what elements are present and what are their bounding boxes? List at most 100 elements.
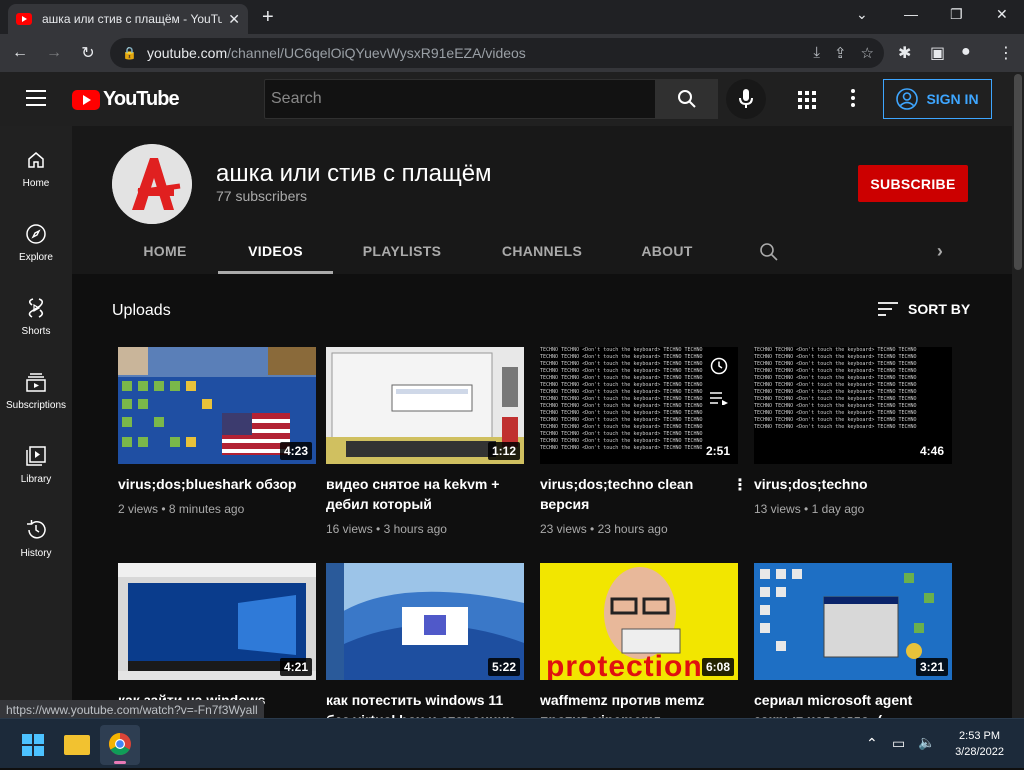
- video-card[interactable]: 3:21 сериал microsoft agent закрыт навсе…: [754, 563, 952, 718]
- guide-label: Home: [22, 178, 50, 189]
- youtube-logo[interactable]: YouTube: [72, 88, 180, 111]
- forward-icon[interactable]: →: [40, 44, 68, 62]
- video-thumbnail[interactable]: 1:12: [326, 347, 524, 464]
- guide-label: Subscriptions: [5, 400, 67, 411]
- guide-sidebar: Home Explore Shorts Subscriptions Librar…: [0, 126, 72, 718]
- video-age: 1 day ago: [811, 502, 865, 516]
- video-duration: 4:46: [915, 442, 948, 460]
- guide-item-home[interactable]: Home: [0, 148, 72, 189]
- menu-hamburger-icon[interactable]: [26, 90, 46, 111]
- share-icon[interactable]: ⇪: [834, 44, 847, 62]
- uploads-section: Uploads SORT BY 4:23 virus;dos;blueshark…: [72, 274, 1012, 718]
- sort-by-button[interactable]: SORT BY: [878, 301, 970, 317]
- scrollbar-thumb[interactable]: [1014, 74, 1022, 270]
- video-title[interactable]: virus;dos;techno clean версия: [540, 474, 738, 514]
- lock-icon: 🔒: [122, 46, 137, 60]
- channel-header: ашка или стив с плащём 77 subscribers SU…: [72, 126, 1012, 274]
- video-action-menu-icon[interactable]: ⋮: [732, 475, 748, 495]
- chrome-menu-icon[interactable]: ⋮: [998, 43, 1014, 63]
- voice-search-button[interactable]: [726, 79, 766, 119]
- settings-kebab-icon[interactable]: [851, 89, 855, 110]
- channel-search-icon[interactable]: [754, 228, 784, 274]
- video-duration: 4:21: [279, 658, 312, 676]
- search-box[interactable]: [264, 79, 656, 119]
- browser-tab[interactable]: ашка или стив с плащём - YouTube ✕: [8, 4, 248, 34]
- video-meta: 16 views • 3 hours ago: [326, 522, 447, 536]
- new-tab-button[interactable]: +: [262, 6, 274, 29]
- bookmark-star-icon[interactable]: ☆: [861, 44, 874, 62]
- page-scrollbar[interactable]: [1012, 72, 1024, 718]
- add-to-queue-icon[interactable]: [706, 385, 732, 411]
- video-thumbnail[interactable]: TECHNO TECHNO <Don't touch the keyboard>…: [540, 347, 738, 464]
- video-thumbnail[interactable]: TECHNO TECHNO <Don't touch the keyboard>…: [754, 347, 952, 464]
- channel-avatar[interactable]: [112, 144, 192, 224]
- tab-about[interactable]: ABOUT: [632, 228, 702, 274]
- video-title[interactable]: virus;dos;techno: [754, 474, 952, 494]
- tab-playlists[interactable]: PLAYLISTS: [352, 228, 452, 274]
- video-card[interactable]: protection 6:08 waffmemz против memz про…: [540, 563, 738, 718]
- video-views: 13 views: [754, 502, 801, 516]
- video-title[interactable]: видео снятое на kekvm + дебил который вы…: [326, 474, 524, 514]
- watch-later-icon[interactable]: [706, 353, 732, 379]
- address-bar[interactable]: 🔒 youtube.com/channel/UC6qelOiQYuevWysxR…: [110, 38, 884, 68]
- file-explorer-icon[interactable]: [64, 735, 90, 755]
- apps-grid-icon[interactable]: [798, 91, 816, 109]
- video-age: 8 minutes ago: [168, 502, 245, 516]
- video-title[interactable]: virus;dos;blueshark обзор: [118, 474, 316, 494]
- guide-item-explore[interactable]: Explore: [0, 222, 72, 263]
- tab-close-icon[interactable]: ✕: [228, 11, 240, 28]
- video-thumbnail[interactable]: 4:23: [118, 347, 316, 464]
- video-card[interactable]: 4:23 virus;dos;blueshark обзор 2 views •…: [118, 347, 316, 516]
- clock[interactable]: 2:53 PM 3/28/2022: [955, 728, 1004, 760]
- compass-icon: [24, 222, 48, 246]
- extensions-puzzle-icon[interactable]: ✱: [898, 43, 911, 63]
- tray-chevron-icon[interactable]: ⌃: [866, 735, 878, 752]
- video-thumbnail[interactable]: 3:21: [754, 563, 952, 680]
- tab-home[interactable]: HOME: [130, 228, 200, 274]
- video-meta: 23 views • 23 hours ago: [540, 522, 668, 536]
- video-title[interactable]: waffmemz против memz против vinememz: [540, 690, 738, 718]
- volume-icon[interactable]: 🔈: [918, 734, 935, 751]
- restore-icon[interactable]: ❐: [950, 6, 963, 23]
- tab-search-chevron-icon[interactable]: ⌄: [856, 6, 868, 23]
- network-icon[interactable]: ▭: [892, 735, 905, 752]
- close-window-icon[interactable]: ✕: [996, 6, 1008, 23]
- guide-item-history[interactable]: History: [0, 518, 72, 559]
- video-card[interactable]: 4:21 как зайти на windows server: [118, 563, 316, 718]
- guide-label: Shorts: [21, 326, 51, 337]
- account-circle-icon: [896, 88, 919, 110]
- video-title[interactable]: как потестить windows 11 без virtual box…: [326, 690, 524, 718]
- search-input[interactable]: [271, 90, 655, 108]
- url-host: youtube.com: [146, 45, 228, 61]
- history-icon: [24, 518, 48, 542]
- guide-item-subscriptions[interactable]: Subscriptions: [0, 370, 72, 411]
- guide-item-library[interactable]: Library: [0, 444, 72, 485]
- install-app-icon[interactable]: ⤓: [813, 44, 820, 62]
- subscriber-count: 77 subscribers: [216, 188, 308, 204]
- video-thumbnail[interactable]: protection 6:08: [540, 563, 738, 680]
- video-card[interactable]: 1:12 видео снятое на kekvm + дебил котор…: [326, 347, 524, 536]
- chrome-taskbar-icon[interactable]: [100, 725, 140, 765]
- profile-icon[interactable]: ●: [961, 43, 971, 61]
- video-thumbnail[interactable]: 4:21: [118, 563, 316, 680]
- minimize-icon[interactable]: —: [904, 6, 918, 22]
- youtube-logo-text: YouTube: [103, 88, 180, 110]
- video-title[interactable]: сериал microsoft agent закрыт навсегда :…: [754, 690, 952, 718]
- side-panel-icon[interactable]: ▣: [930, 43, 945, 63]
- video-card[interactable]: 5:22 как потестить windows 11 без virtua…: [326, 563, 524, 718]
- video-card[interactable]: TECHNO TECHNO <Don't touch the keyboard>…: [754, 347, 952, 516]
- reload-icon[interactable]: ↻: [74, 43, 102, 63]
- tabs-next-chevron-icon[interactable]: ›: [930, 228, 950, 274]
- subscribe-button[interactable]: SUBSCRIBE: [858, 165, 968, 202]
- guide-item-shorts[interactable]: Shorts: [0, 296, 72, 337]
- tab-videos[interactable]: VIDEOS: [218, 228, 333, 274]
- library-icon: [24, 444, 48, 468]
- search-button[interactable]: [656, 79, 718, 119]
- video-thumbnail[interactable]: 5:22: [326, 563, 524, 680]
- sign-in-button[interactable]: SIGN IN: [883, 79, 992, 119]
- link-status-url: https://www.youtube.com/watch?v=-Fn7f3Wy…: [0, 700, 264, 720]
- back-icon[interactable]: ←: [6, 44, 34, 62]
- start-windows-icon[interactable]: [22, 734, 44, 756]
- tab-channels[interactable]: CHANNELS: [492, 228, 592, 274]
- video-card[interactable]: TECHNO TECHNO <Don't touch the keyboard>…: [540, 347, 748, 536]
